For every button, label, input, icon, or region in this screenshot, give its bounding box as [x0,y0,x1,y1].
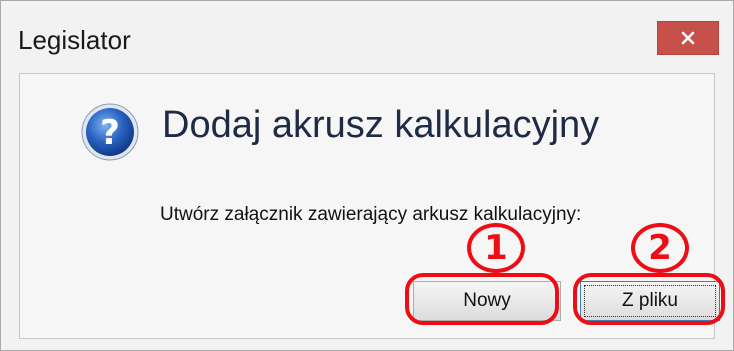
close-icon [681,31,695,45]
dialog-message: Utwórz załącznik zawierający arkusz kalk… [160,204,582,225]
close-button[interactable] [657,21,719,55]
dialog-window: Legislator ? Dodaj akrusz kalkulacyjny U… [0,0,734,351]
svg-text:?: ? [100,113,120,153]
window-title: Legislator [18,25,131,55]
question-icon: ? [81,103,139,161]
dialog-content: ? Dodaj akrusz kalkulacyjny Utwórz załąc… [19,73,720,339]
new-button-label: Nowy [463,290,511,311]
title-bar[interactable]: Legislator [1,1,733,73]
from-file-button[interactable]: Z pliku [580,281,720,321]
dialog-heading: Dodaj akrusz kalkulacyjny [162,104,600,146]
from-file-button-label: Z pliku [622,290,678,311]
new-button[interactable]: Nowy [413,281,561,321]
